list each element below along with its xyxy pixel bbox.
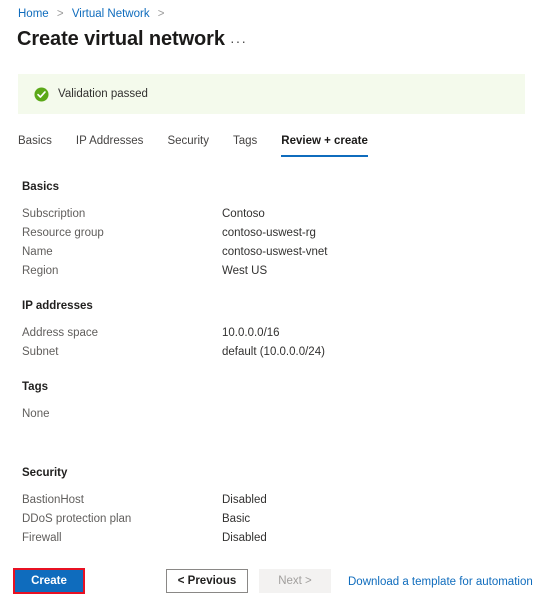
breadcrumb-item-home[interactable]: Home: [18, 8, 49, 20]
download-template-link[interactable]: Download a template for automation: [348, 575, 533, 589]
section-basics: Basics Subscription Contoso Resource gro…: [0, 180, 540, 281]
summary-row-region: Region West US: [22, 262, 540, 281]
section-heading-security: Security: [22, 467, 68, 479]
summary-label: DDoS protection plan: [22, 513, 132, 525]
summary-label: Resource group: [22, 227, 104, 239]
more-options-icon[interactable]: ···: [230, 34, 247, 48]
summary-label: Region: [22, 265, 59, 277]
summary-value: West US: [222, 265, 268, 277]
summary-value: Contoso: [222, 208, 265, 220]
review-summary: Basics Subscription Contoso Resource gro…: [0, 180, 540, 566]
section-heading-ip-addresses: IP addresses: [22, 300, 93, 312]
check-circle-icon: [34, 86, 49, 102]
section-heading-tags: Tags: [22, 381, 48, 393]
tab-strip: Basics IP Addresses Security Tags Review…: [18, 134, 392, 160]
summary-row-subscription: Subscription Contoso: [22, 205, 540, 224]
footer-action-bar: Create < Previous Next > Download a temp…: [0, 563, 540, 615]
summary-value: Disabled: [222, 532, 267, 544]
breadcrumb: Home > Virtual Network >: [18, 7, 170, 21]
summary-row-bastion-host: BastionHost Disabled: [22, 491, 540, 510]
tab-tags[interactable]: Tags: [233, 134, 257, 157]
section-security: Security BastionHost Disabled DDoS prote…: [0, 466, 540, 548]
summary-row-name: Name contoso-uswest-vnet: [22, 243, 540, 262]
summary-row-firewall: Firewall Disabled: [22, 529, 540, 548]
breadcrumb-separator: >: [157, 8, 165, 20]
summary-label: Subnet: [22, 346, 59, 358]
summary-value: Basic: [222, 513, 251, 525]
summary-value: contoso-uswest-vnet: [222, 246, 328, 258]
section-heading-basics: Basics: [22, 181, 60, 193]
summary-value: contoso-uswest-rg: [222, 227, 316, 239]
summary-row-subnet: Subnet default (10.0.0.0/24): [22, 343, 540, 362]
summary-label: Firewall: [22, 532, 62, 544]
section-ip-addresses: IP addresses Address space 10.0.0.0/16 S…: [0, 299, 540, 362]
summary-label: BastionHost: [22, 494, 85, 506]
section-tags: Tags None: [0, 380, 540, 448]
breadcrumb-item-virtual-network[interactable]: Virtual Network: [72, 8, 150, 20]
tab-security[interactable]: Security: [167, 134, 209, 157]
previous-button[interactable]: < Previous: [166, 569, 248, 593]
next-button: Next >: [259, 569, 331, 593]
summary-value: default (10.0.0.0/24): [222, 346, 325, 358]
breadcrumb-separator: >: [56, 8, 64, 20]
summary-value: 10.0.0.0/16: [222, 327, 280, 339]
summary-label: Name: [22, 246, 53, 258]
summary-row-resource-group: Resource group contoso-uswest-rg: [22, 224, 540, 243]
validation-banner: Validation passed: [18, 74, 525, 114]
summary-row-ddos-protection-plan: DDoS protection plan Basic: [22, 510, 540, 529]
validation-message: Validation passed: [58, 88, 148, 100]
tab-basics[interactable]: Basics: [18, 134, 52, 157]
summary-value: Disabled: [222, 494, 267, 506]
tab-ip-addresses[interactable]: IP Addresses: [76, 134, 144, 157]
tab-review-create[interactable]: Review + create: [281, 134, 368, 157]
create-button[interactable]: Create: [15, 570, 83, 592]
summary-label: Subscription: [22, 208, 86, 220]
summary-value-tags: None: [22, 408, 50, 420]
summary-row-address-space: Address space 10.0.0.0/16: [22, 324, 540, 343]
summary-label: Address space: [22, 327, 99, 339]
page-title: Create virtual network: [17, 28, 225, 50]
